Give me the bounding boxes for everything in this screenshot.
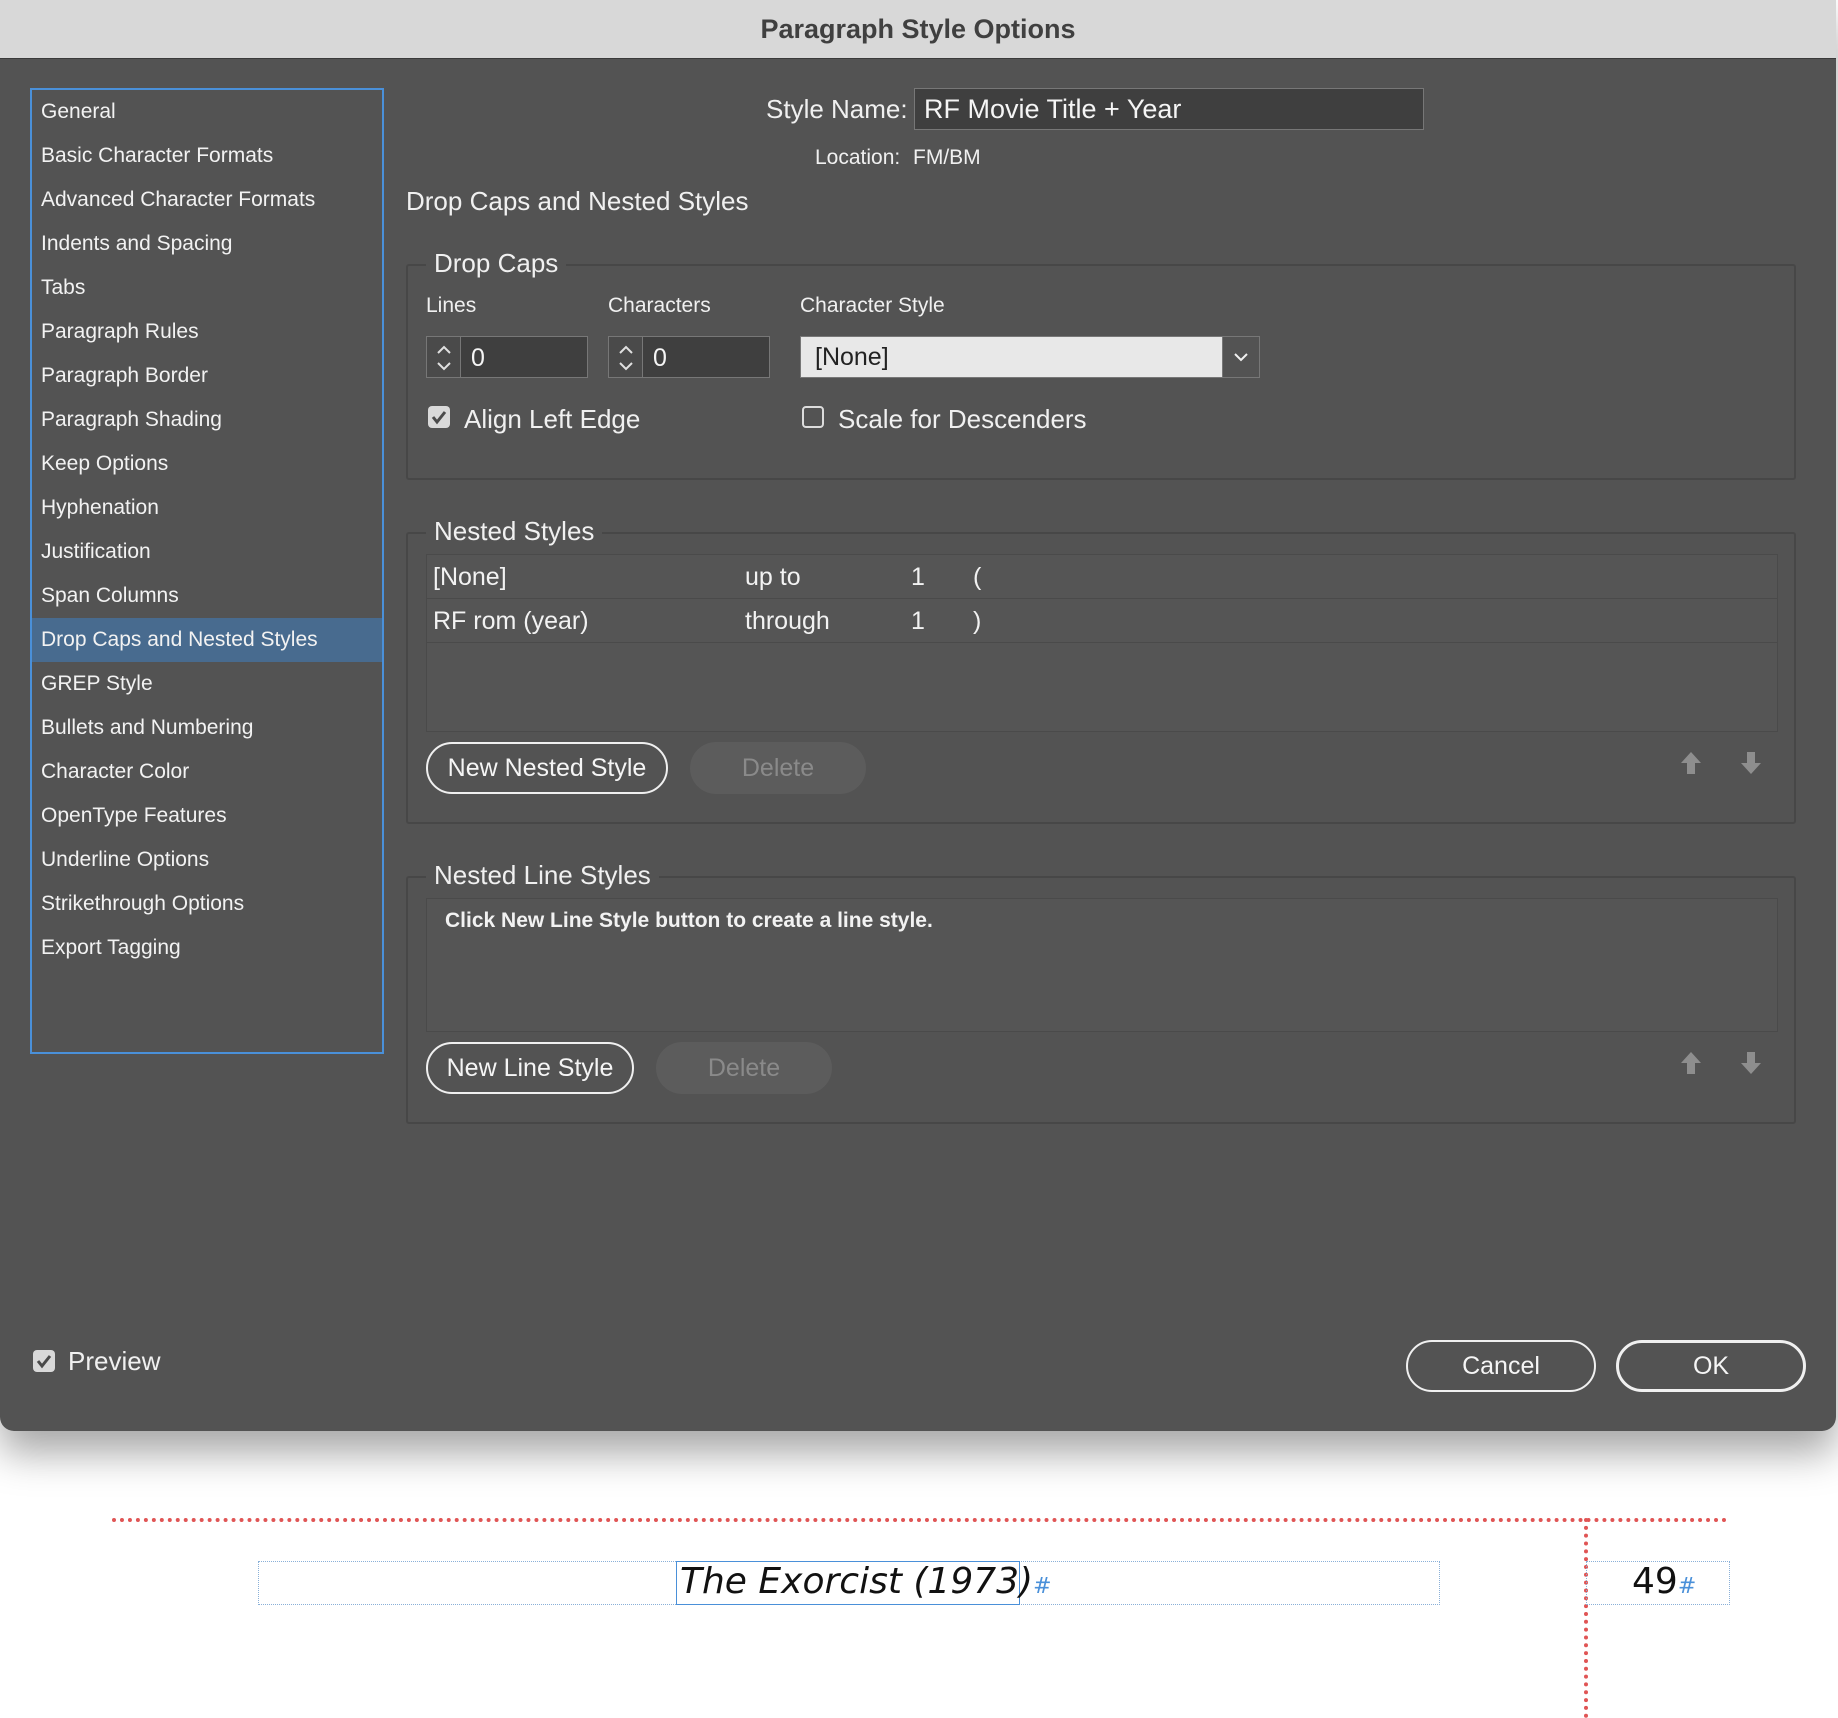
nested-style-count[interactable]: 1	[911, 599, 925, 643]
nested-style-char[interactable]: (	[973, 555, 981, 599]
scale-for-descenders-label: Scale for Descenders	[838, 404, 1087, 434]
drop-caps-title: Drop Caps	[426, 248, 567, 279]
sidebar-item-basic-character-formats[interactable]: Basic Character Formats	[32, 134, 382, 178]
empty-list-hint: Click New Line Style button to create a …	[445, 909, 933, 932]
new-line-style-button[interactable]: New Line Style	[426, 1042, 634, 1094]
lines-stepper[interactable]: 0	[426, 336, 588, 378]
nested-styles-list[interactable]: [None] up to 1 ( RF rom (year) through 1…	[426, 554, 1778, 732]
sidebar-item-paragraph-border[interactable]: Paragraph Border	[32, 354, 382, 398]
characters-label: Characters	[608, 294, 711, 317]
character-style-select[interactable]: [None]	[800, 336, 1260, 378]
delete-nested-style-button[interactable]: Delete	[690, 742, 866, 794]
nested-style-name[interactable]: RF rom (year)	[433, 599, 589, 643]
style-name-input[interactable]: RF Movie Title + Year	[914, 88, 1424, 130]
nested-style-char[interactable]: )	[973, 599, 981, 643]
chevron-down-icon[interactable]	[1222, 337, 1259, 377]
nested-style-mode[interactable]: through	[745, 599, 830, 643]
sidebar-item-grep-style[interactable]: GREP Style	[32, 662, 382, 706]
cancel-button[interactable]: Cancel	[1406, 1340, 1596, 1392]
sidebar-item-paragraph-shading[interactable]: Paragraph Shading	[32, 398, 382, 442]
page-number[interactable]: 49#	[1632, 1561, 1696, 1602]
section-title: Drop Caps and Nested Styles	[406, 186, 749, 216]
preview-label: Preview	[68, 1346, 161, 1376]
scale-for-descenders-checkbox[interactable]	[802, 406, 824, 428]
location-label: Location:	[815, 146, 901, 169]
nested-style-name[interactable]: [None]	[433, 555, 507, 599]
characters-value[interactable]: 0	[653, 337, 667, 379]
character-style-value: [None]	[815, 343, 889, 371]
character-style-label: Character Style	[800, 294, 945, 317]
category-list[interactable]: General Basic Character Formats Advanced…	[30, 88, 384, 1054]
delete-line-style-button[interactable]: Delete	[656, 1042, 832, 1094]
sidebar-item-bullets-and-numbering[interactable]: Bullets and Numbering	[32, 706, 382, 750]
sidebar-item-character-color[interactable]: Character Color	[32, 750, 382, 794]
preview-checkbox[interactable]	[33, 1350, 55, 1372]
sidebar-item-hyphenation[interactable]: Hyphenation	[32, 486, 382, 530]
sidebar-item-paragraph-rules[interactable]: Paragraph Rules	[32, 310, 382, 354]
sidebar-item-span-columns[interactable]: Span Columns	[32, 574, 382, 618]
location-value: FM/BM	[913, 146, 981, 169]
lines-label: Lines	[426, 294, 477, 317]
align-left-edge-label: Align Left Edge	[464, 404, 641, 434]
align-left-edge-checkbox[interactable]	[428, 406, 450, 428]
sidebar-item-opentype-features[interactable]: OpenType Features	[32, 794, 382, 838]
stepper-arrows-icon[interactable]	[427, 337, 461, 377]
nested-line-styles-title: Nested Line Styles	[426, 860, 659, 891]
pilcrow-mark: #	[1677, 1574, 1697, 1599]
nested-line-styles-list[interactable]: Click New Line Style button to create a …	[426, 898, 1778, 1032]
nested-styles-title: Nested Styles	[426, 516, 603, 547]
sidebar-item-keep-options[interactable]: Keep Options	[32, 442, 382, 486]
margin-guide-horizontal	[112, 1518, 1728, 1522]
move-down-arrow-icon[interactable]	[1739, 1050, 1763, 1076]
table-row[interactable]: RF rom (year) through 1 )	[427, 599, 1777, 643]
sidebar-item-general[interactable]: General	[32, 90, 382, 134]
move-down-arrow-icon[interactable]	[1739, 750, 1763, 776]
running-title-text: The Exorcist (1973)	[680, 1561, 1034, 1602]
running-title[interactable]: The Exorcist (1973)#	[680, 1561, 1052, 1602]
dialog-title: Paragraph Style Options	[0, 0, 1836, 59]
pilcrow-mark: #	[1033, 1574, 1052, 1599]
nested-style-count[interactable]: 1	[911, 555, 925, 599]
move-up-arrow-icon[interactable]	[1679, 750, 1703, 776]
sidebar-item-justification[interactable]: Justification	[32, 530, 382, 574]
margin-guide-vertical	[1584, 1518, 1588, 1718]
nested-style-mode[interactable]: up to	[745, 555, 801, 599]
sidebar-item-export-tagging[interactable]: Export Tagging	[32, 926, 382, 970]
style-name-label: Style Name:	[766, 94, 908, 124]
characters-stepper[interactable]: 0	[608, 336, 770, 378]
document-page: The Exorcist (1973)# 49#	[0, 1431, 1838, 1718]
stepper-arrows-icon[interactable]	[609, 337, 643, 377]
table-row[interactable]: [None] up to 1 (	[427, 555, 1777, 599]
paragraph-style-options-dialog: Paragraph Style Options General Basic Ch…	[0, 0, 1836, 1431]
sidebar-item-advanced-character-formats[interactable]: Advanced Character Formats	[32, 178, 382, 222]
sidebar-item-drop-caps-and-nested-styles[interactable]: Drop Caps and Nested Styles	[32, 618, 382, 662]
sidebar-item-strikethrough-options[interactable]: Strikethrough Options	[32, 882, 382, 926]
ok-button[interactable]: OK	[1616, 1340, 1806, 1392]
lines-value[interactable]: 0	[471, 337, 485, 379]
move-up-arrow-icon[interactable]	[1679, 1050, 1703, 1076]
sidebar-item-tabs[interactable]: Tabs	[32, 266, 382, 310]
new-nested-style-button[interactable]: New Nested Style	[426, 742, 668, 794]
sidebar-item-underline-options[interactable]: Underline Options	[32, 838, 382, 882]
page-number-text: 49	[1632, 1561, 1678, 1602]
sidebar-item-indents-and-spacing[interactable]: Indents and Spacing	[32, 222, 382, 266]
